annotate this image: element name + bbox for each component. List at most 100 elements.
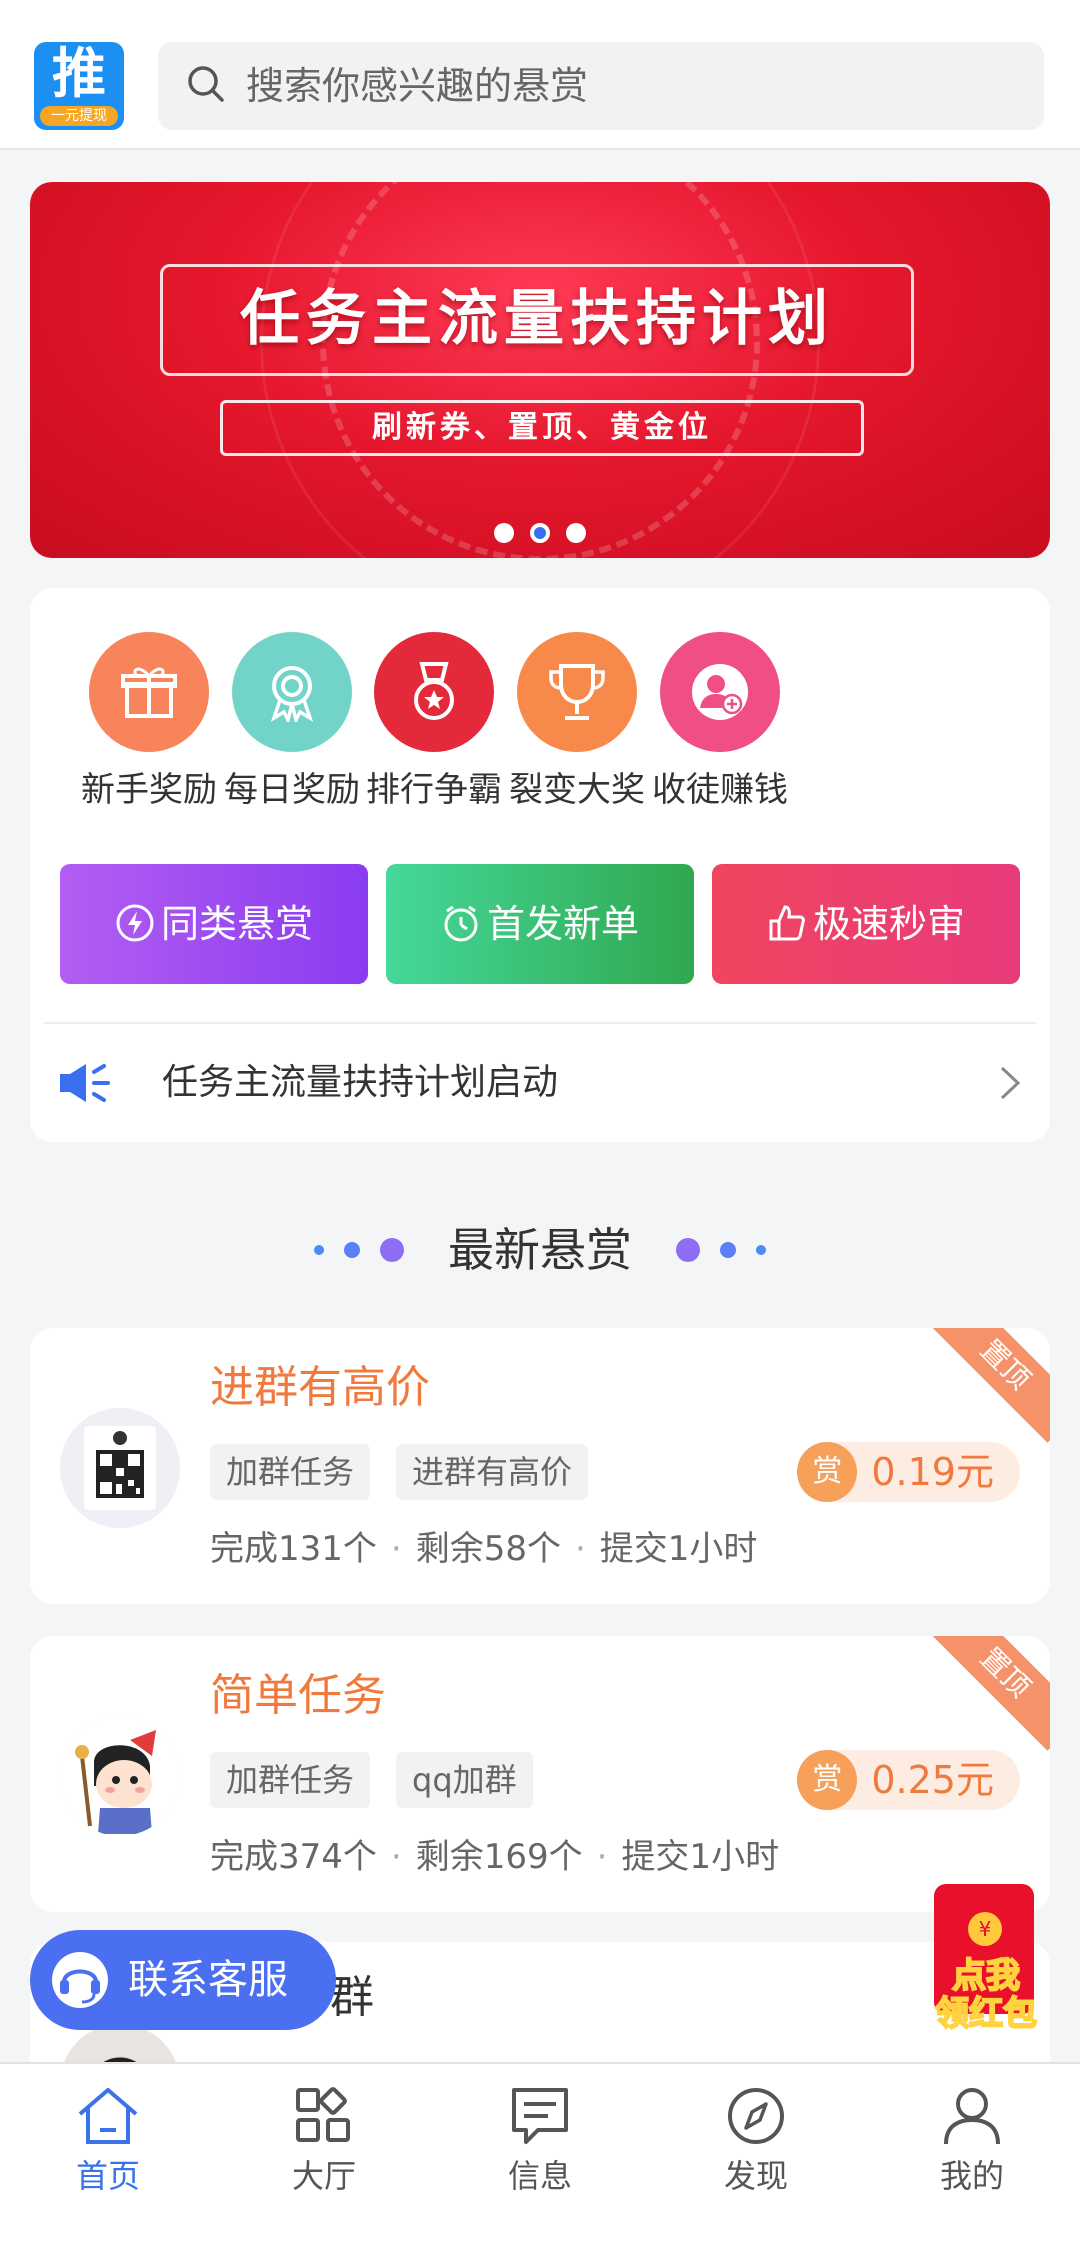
remaining-count: 剩余169个 xyxy=(415,1837,583,1877)
announcement-bar[interactable]: 任务主流量扶持计划启动 xyxy=(58,1042,1022,1126)
task-tag: qq加群 xyxy=(396,1752,533,1808)
quick-menu-card: 新手奖励 每日奖励 排行争霸 裂变大奖 收徒赚钱 同类悬赏 首发新单 极速秒审 … xyxy=(30,588,1050,1142)
red-packet-text-2: 领红包 xyxy=(934,1993,1038,2035)
task-tag: 加群任务 xyxy=(210,1444,371,1500)
search-placeholder: 搜索你感兴趣的悬赏 xyxy=(246,64,589,108)
nav-label: 我的 xyxy=(939,2157,1004,2195)
lightning-icon xyxy=(116,904,154,942)
nav-label: 大厅 xyxy=(291,2157,356,2195)
reward-icon: 赏 xyxy=(797,1750,858,1810)
banner-dot-1[interactable] xyxy=(494,522,514,543)
task-stats: 完成374个 · 剩余169个 · 提交1小时 xyxy=(210,1832,779,1882)
reward-amount: 0.19元 xyxy=(871,1450,994,1494)
task-tag: 加群任务 xyxy=(210,1752,371,1808)
message-icon xyxy=(512,2088,568,2144)
separator-dot: · xyxy=(390,1837,402,1877)
task-avatar-qrcode xyxy=(60,1408,180,1528)
nav-label: 发现 xyxy=(723,2157,788,2195)
task-tags: 加群任务 进群有高价 xyxy=(210,1444,614,1500)
banner-dot-2[interactable] xyxy=(530,522,550,543)
gift-icon xyxy=(89,632,209,752)
decor-dot xyxy=(676,1238,700,1262)
pinned-ribbon: 置顶 xyxy=(927,1636,1050,1751)
customer-service-label: 联系客服 xyxy=(128,1957,288,2003)
button-label: 极速秒审 xyxy=(812,902,965,946)
thumbs-up-icon xyxy=(769,905,805,941)
submit-time: 提交1小时 xyxy=(599,1529,758,1569)
red-packet-text-1: 点我 xyxy=(951,1955,1021,1997)
task-title: 简单任务 xyxy=(210,1670,386,1721)
nav-label: 信息 xyxy=(507,2157,572,2195)
banner-pagination xyxy=(30,522,1050,543)
home-icon xyxy=(78,2088,138,2144)
grid-icon xyxy=(296,2087,350,2142)
chevron-right-icon xyxy=(1000,1066,1021,1100)
task-avatar-cartoon xyxy=(60,1716,180,1836)
nav-messages[interactable]: 信息 xyxy=(432,2082,648,2198)
decor-dot xyxy=(720,1242,736,1258)
app-header: 推 一元提现 搜索你感兴趣的悬赏 xyxy=(0,0,1080,150)
decor-dot xyxy=(344,1242,360,1258)
pinned-ribbon: 置顶 xyxy=(927,1328,1050,1443)
app-logo[interactable]: 推 一元提现 xyxy=(34,42,124,130)
separator-dot: · xyxy=(390,1529,402,1569)
headset-icon xyxy=(52,1952,108,2008)
separator-dot: · xyxy=(596,1837,608,1877)
compass-icon xyxy=(728,2088,784,2144)
section-title: 最新悬赏 xyxy=(448,1223,632,1277)
button-label: 同类悬赏 xyxy=(160,902,313,946)
task-title: 进群有高价 xyxy=(210,1362,430,1413)
nav-home[interactable]: 首页 xyxy=(0,2082,216,2198)
star-medal-icon xyxy=(374,632,494,752)
logo-sub-text: 一元提现 xyxy=(40,106,118,126)
new-orders-button[interactable]: 首发新单 xyxy=(386,864,694,984)
reward-icon: 赏 xyxy=(797,1442,858,1502)
trophy-icon xyxy=(517,632,637,752)
decor-dot xyxy=(380,1238,404,1262)
logo-main-text: 推 xyxy=(52,42,106,105)
completed-count: 完成374个 xyxy=(210,1837,377,1877)
medal-ribbon-icon xyxy=(232,632,352,752)
task-card[interactable]: 置顶 进群有高价 加群任务 进群有高价 赏 0.19元 完成131个 · 剩余58个 · 提… xyxy=(30,1328,1050,1604)
banner-dot-3[interactable] xyxy=(566,522,586,543)
section-header: 最新悬赏 xyxy=(0,1210,1080,1290)
nav-hall[interactable]: 大厅 xyxy=(216,2082,432,2198)
remaining-count: 剩余58个 xyxy=(415,1529,561,1569)
red-packet-button[interactable]: ¥ 点我 领红包 xyxy=(920,1884,1052,2040)
nav-discover[interactable]: 发现 xyxy=(648,2082,864,2198)
megaphone-icon xyxy=(60,1064,110,1102)
reward-amount: 0.25元 xyxy=(871,1758,994,1802)
fast-review-button[interactable]: 极速秒审 xyxy=(712,864,1020,984)
task-tags: 加群任务 qq加群 xyxy=(210,1752,559,1808)
alarm-clock-icon xyxy=(444,905,478,942)
promo-banner[interactable]: 任务主流量扶持计划 刷新券、置顶、黄金位 xyxy=(30,182,1050,558)
task-title: 群 xyxy=(330,1972,374,2023)
user-icon xyxy=(944,2088,1000,2145)
customer-service-button[interactable]: 联系客服 xyxy=(30,1930,336,2030)
menu-label: 收徒赚钱 xyxy=(652,770,788,810)
bottom-nav: 首页 大厅 信息 发现 我的 xyxy=(0,2062,1080,2244)
announcement-text: 任务主流量扶持计划启动 xyxy=(162,1062,559,1103)
submit-time: 提交1小时 xyxy=(621,1837,780,1877)
decor-dot xyxy=(756,1245,766,1255)
coin-icon: ¥ xyxy=(968,1912,1002,1946)
task-card[interactable]: 置顶 简单任务 加群任务 qq加群 赏 0.25元 完成374个 · 剩余169个 · 提交… xyxy=(30,1636,1050,1912)
separator-dot: · xyxy=(574,1529,586,1569)
task-tag: 进群有高价 xyxy=(396,1444,589,1500)
search-bar[interactable]: 搜索你感兴趣的悬赏 xyxy=(158,42,1044,130)
button-label: 首发新单 xyxy=(486,902,639,946)
menu-recruit-earn[interactable]: 收徒赚钱 xyxy=(630,632,810,812)
search-icon xyxy=(188,66,224,102)
reward-badge: 赏 0.19元 xyxy=(797,1442,1020,1502)
divider xyxy=(44,1022,1036,1024)
reward-badge: 赏 0.25元 xyxy=(797,1750,1020,1810)
nav-profile[interactable]: 我的 xyxy=(864,2082,1080,2198)
decor-dot xyxy=(314,1245,324,1255)
add-user-icon xyxy=(660,632,780,752)
completed-count: 完成131个 xyxy=(210,1529,377,1569)
nav-label: 首页 xyxy=(75,2157,140,2195)
banner-subtitle: 刷新券、置顶、黄金位 xyxy=(372,410,712,445)
task-stats: 完成131个 · 剩余58个 · 提交1小时 xyxy=(210,1524,757,1574)
similar-rewards-button[interactable]: 同类悬赏 xyxy=(60,864,368,984)
banner-title: 任务主流量扶持计划 xyxy=(240,284,834,354)
